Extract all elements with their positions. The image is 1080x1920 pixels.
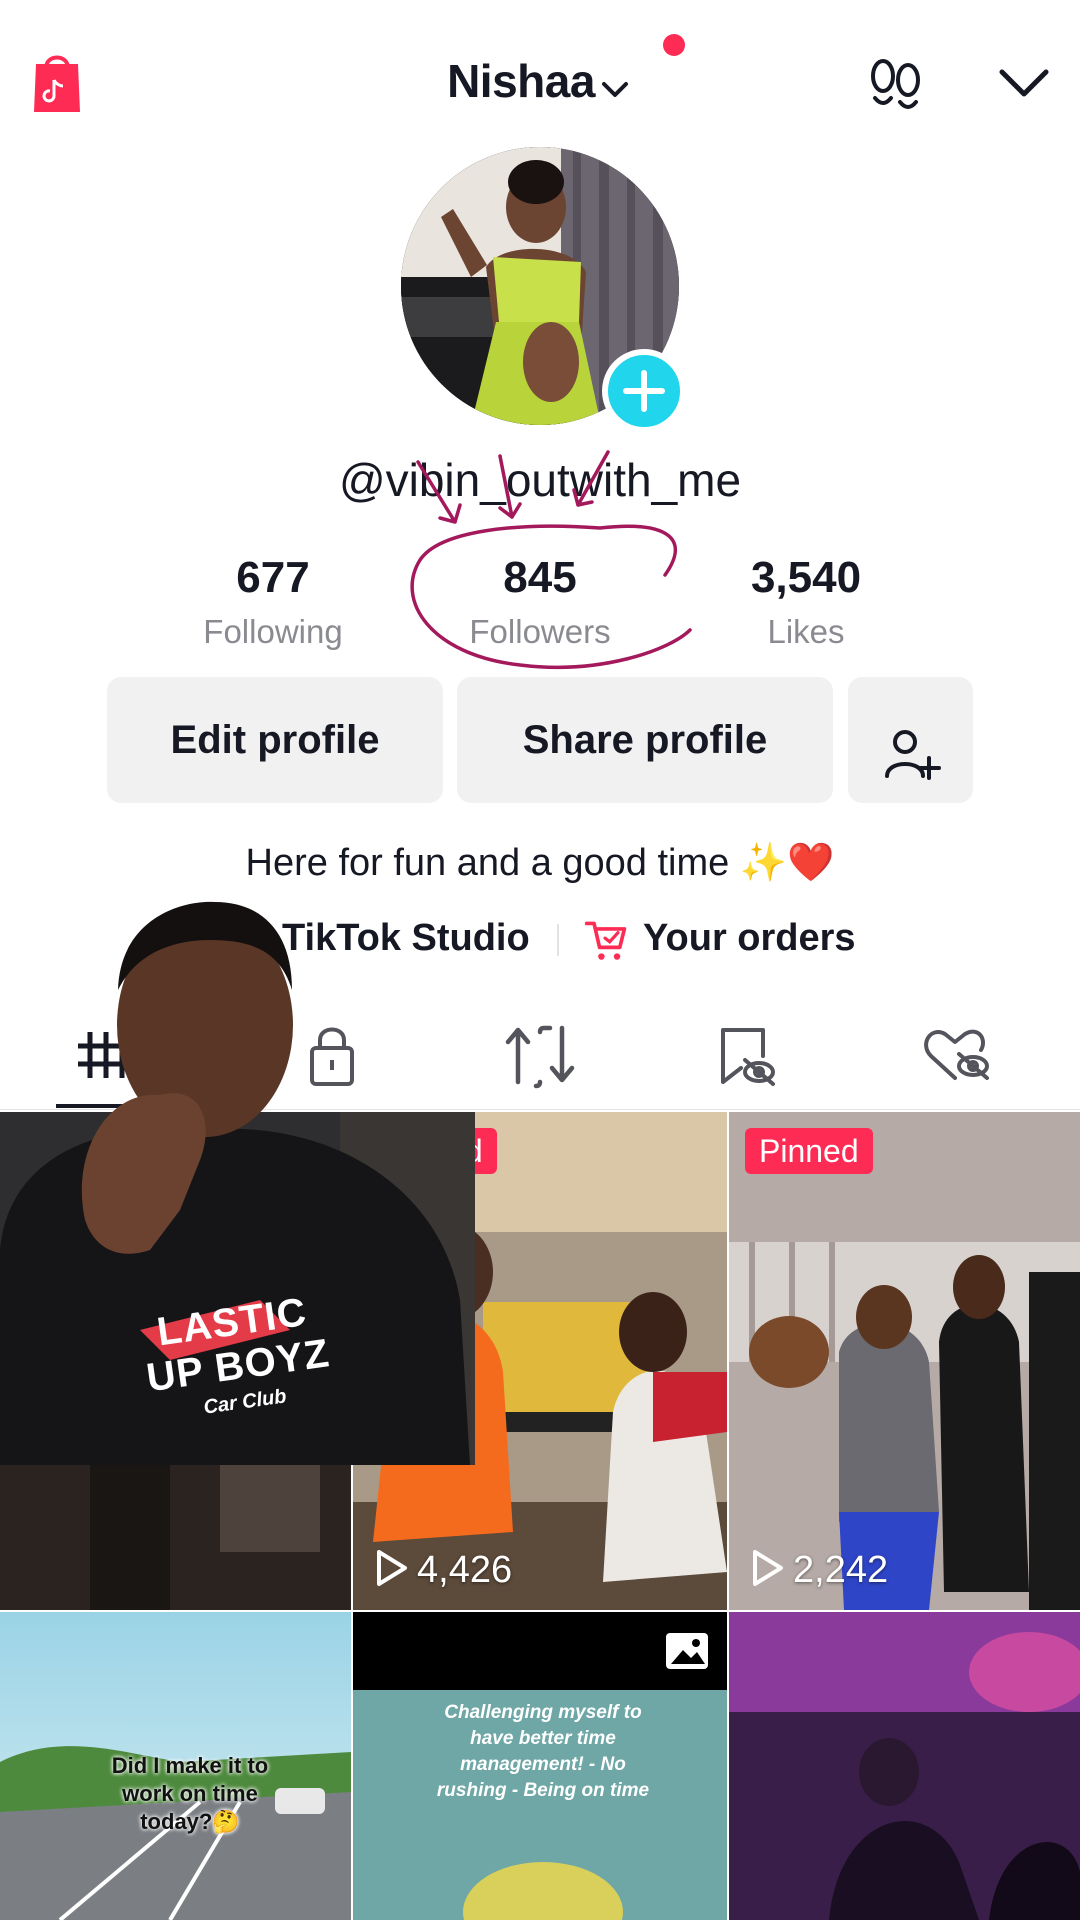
view-count: 4,426	[373, 1544, 512, 1596]
pinned-badge: Pinned	[745, 1128, 873, 1174]
edit-profile-button[interactable]: Edit profile	[107, 677, 443, 803]
footprint-icon[interactable]	[866, 58, 926, 114]
your-orders-link[interactable]: Your orders	[643, 910, 856, 966]
video-tile[interactable]: Challenging myself to have better time m…	[353, 1612, 727, 1920]
chevron-down-icon	[597, 71, 633, 107]
add-friends-button[interactable]	[848, 677, 973, 803]
following-count: 677	[236, 553, 310, 602]
followers-label: Followers	[469, 613, 611, 650]
likes-label: Likes	[767, 613, 845, 650]
video-tile[interactable]: Pinned 2,242	[729, 1112, 1080, 1610]
play-icon	[753, 1550, 783, 1586]
video-tile[interactable]: Did I make it to work on time today?🤔	[0, 1612, 351, 1920]
stat-followers[interactable]: 845 Followers	[410, 550, 670, 656]
video-tile[interactable]	[729, 1612, 1080, 1920]
account-name: Nishaa	[447, 55, 595, 107]
notification-dot	[663, 34, 685, 56]
cart-icon[interactable]	[583, 910, 633, 966]
following-label: Following	[203, 613, 343, 650]
chevron-down-icon[interactable]	[996, 62, 1052, 102]
liked-icon[interactable]	[905, 1020, 1005, 1090]
reaction-video-overlay: LASTIC UP BOYZ Car Club	[0, 880, 475, 1465]
video-caption: Did I make it to work on time today?🤔	[111, 1753, 269, 1834]
play-icon	[377, 1550, 407, 1586]
add-user-icon	[881, 708, 941, 781]
share-profile-button[interactable]: Share profile	[457, 677, 833, 803]
video-caption: Challenging myself to have better time m…	[436, 1702, 650, 1801]
view-count: 2,242	[749, 1544, 888, 1596]
stat-likes[interactable]: 3,540 Likes	[676, 550, 936, 656]
likes-count: 3,540	[750, 553, 862, 602]
username: @vibin_outwith_me	[338, 454, 742, 506]
stat-following[interactable]: 677 Following	[143, 550, 403, 656]
link-divider	[557, 924, 559, 956]
repost-icon[interactable]	[490, 1020, 590, 1090]
photo-icon	[665, 1632, 709, 1670]
add-avatar-button[interactable]	[602, 349, 686, 433]
saved-icon[interactable]	[693, 1020, 793, 1090]
followers-count: 845	[503, 553, 577, 602]
